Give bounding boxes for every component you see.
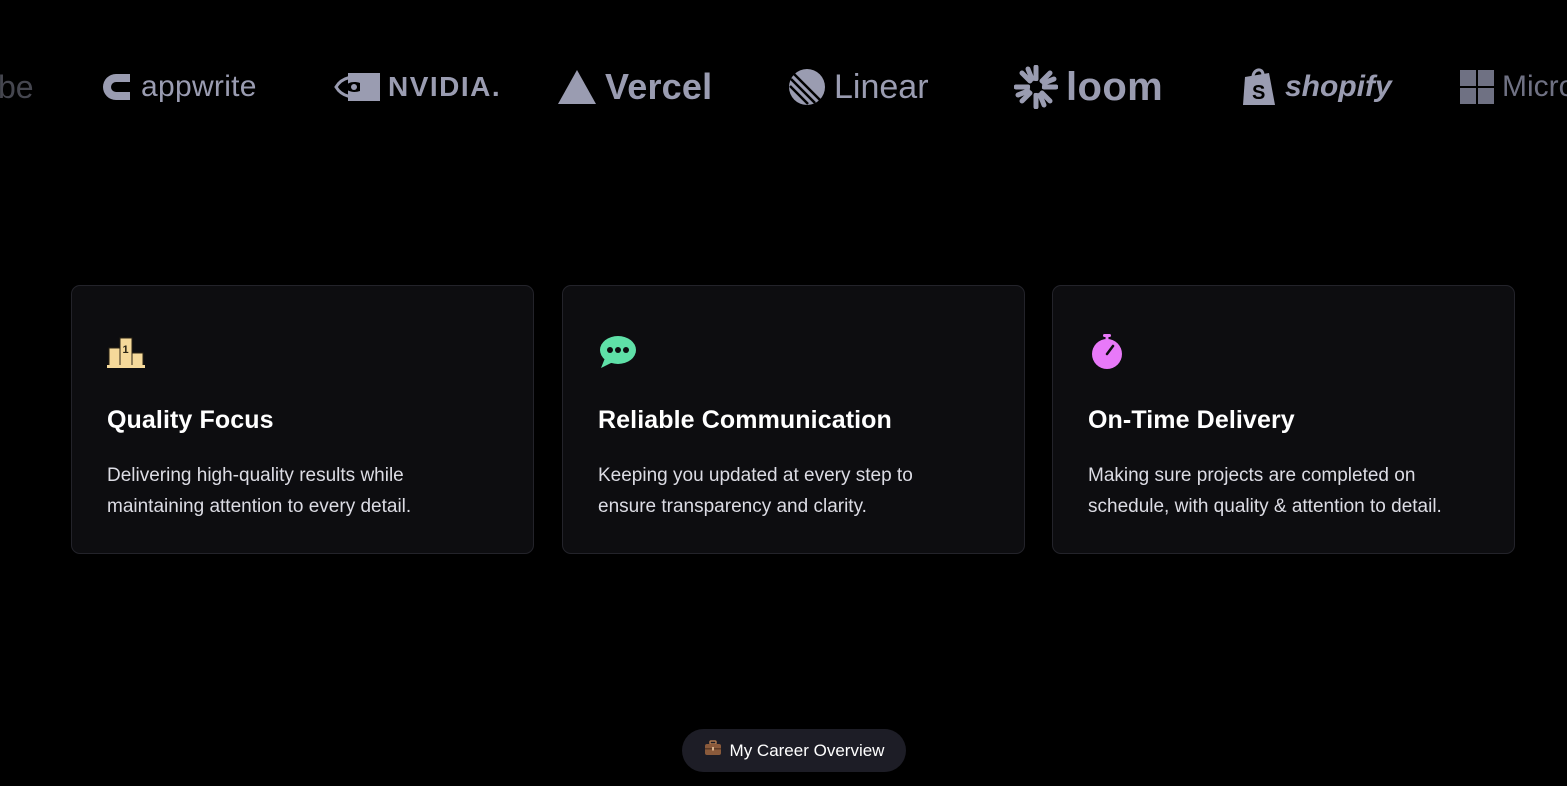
feature-title: Quality Focus [107, 406, 274, 434]
vercel-wordmark: Vercel [605, 66, 713, 107]
linear-logo: Linear [788, 52, 929, 122]
feature-description: Making sure projects are completed on sc… [1088, 460, 1488, 522]
svg-text:1: 1 [123, 344, 129, 356]
vercel-logo: Vercel [557, 52, 712, 122]
briefcase-icon [704, 740, 722, 761]
svg-text:S: S [1252, 82, 1265, 104]
microsoft-wordmark: Micro [1502, 70, 1567, 103]
appwrite-logo: appwrite [100, 52, 257, 122]
career-overview-label: My Career Overview [729, 740, 885, 760]
career-overview-button[interactable]: My Career Overview [682, 729, 906, 772]
feature-title: Reliable Communication [598, 406, 892, 434]
logo-marquee: be appwrite NVIDIA. Vercel Linear loom S… [0, 52, 1567, 122]
microsoft-grid-icon [1460, 70, 1494, 104]
nvidia-eye-icon [334, 71, 380, 103]
feature-description-line: maintaining attention to every detail. [107, 496, 412, 517]
podium-icon: 1 [106, 332, 146, 372]
appwrite-wordmark: appwrite [141, 70, 257, 103]
page: be appwrite NVIDIA. Vercel Linear loom S… [0, 0, 1567, 786]
shopify-bag-icon: S [1241, 67, 1277, 107]
nvidia-wordmark: NVIDIA. [388, 71, 502, 102]
feature-description-line: schedule, with quality & attention to de… [1088, 496, 1442, 517]
feature-description-line: Making sure projects are completed on [1088, 465, 1416, 486]
shopify-wordmark: shopify [1285, 70, 1392, 103]
feature-description-line: Keeping you updated at every step to [598, 465, 913, 486]
appwrite-icon [100, 72, 133, 102]
feature-card-communication: Reliable Communication Keeping you updat… [562, 285, 1025, 554]
speech-bubble-icon [597, 332, 637, 372]
feature-cards: 1 Quality Focus Delivering high-quality … [71, 285, 1517, 556]
feature-card-quality: 1 Quality Focus Delivering high-quality … [71, 285, 534, 554]
stopwatch-icon [1087, 332, 1127, 372]
linear-icon [788, 68, 826, 106]
feature-description-line: ensure transparency and clarity. [598, 496, 867, 517]
feature-description: Delivering high-quality results while ma… [107, 460, 507, 522]
nvidia-logo: NVIDIA. [334, 52, 501, 122]
linear-wordmark: Linear [834, 68, 929, 106]
feature-title: On-Time Delivery [1088, 406, 1295, 434]
loom-logo: loom [1014, 52, 1163, 122]
loom-wordmark: loom [1066, 65, 1164, 109]
microsoft-logo: Micro [1460, 52, 1567, 122]
feature-description: Keeping you updated at every step to ens… [598, 460, 998, 522]
youtube-wordmark: be [0, 69, 34, 105]
loom-starburst-icon [1014, 65, 1058, 109]
feature-card-delivery: On-Time Delivery Making sure projects ar… [1052, 285, 1515, 554]
shopify-logo: S shopify [1241, 52, 1392, 122]
feature-description-line: Delivering high-quality results while [107, 465, 404, 486]
youtube-logo: be [0, 52, 34, 122]
vercel-triangle-icon [557, 69, 597, 105]
